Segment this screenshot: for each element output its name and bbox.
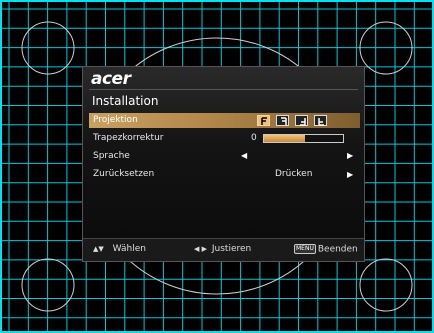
rear-ceiling-projection-icon[interactable]: [314, 115, 327, 126]
exit-hint-label: Beenden: [317, 244, 358, 255]
header-divider: [89, 89, 358, 90]
select-hint: ▲▼ Wählen: [93, 244, 146, 254]
front-ceiling-projection-icon[interactable]: [295, 115, 308, 126]
menu-item-sprache[interactable]: Sprache ◀ ▶: [89, 149, 360, 164]
menu-key-icon: MENU: [294, 244, 316, 254]
up-down-arrows-icon: ▲▼: [93, 245, 104, 253]
menu-item-trapezkorrektur[interactable]: Trapezkorrektur 0: [89, 131, 360, 146]
left-right-arrows-icon: ◀ ▶: [194, 245, 207, 253]
reset-action-value: Drücken: [275, 169, 313, 179]
menu-item-label: Sprache: [93, 151, 130, 161]
keystone-slider-fill: [264, 135, 306, 142]
menu-item-projektion[interactable]: Projektion: [89, 113, 360, 128]
rear-desk-projection-icon[interactable]: [276, 115, 289, 126]
exit-hint: MENU Beenden: [294, 244, 358, 255]
menu-item-label: Projektion: [93, 115, 138, 125]
keystone-slider[interactable]: [263, 134, 344, 143]
arrow-left-icon[interactable]: ◀: [241, 151, 247, 160]
adjust-hint-label: Justieren: [211, 244, 252, 254]
osd-footer-hints: ▲▼ Wählen ◀ ▶ Justieren MENU Beenden: [83, 238, 364, 261]
select-hint-label: Wählen: [112, 244, 146, 254]
osd-menu-panel: acer Installation Projektion Trapezkorre…: [82, 66, 365, 262]
brand-logo: acer: [91, 69, 131, 89]
menu-item-zuruecksetzen[interactable]: Zurücksetzen Drücken ▶: [89, 167, 360, 182]
front-desk-projection-icon[interactable]: [257, 115, 270, 126]
arrow-right-icon[interactable]: ▶: [347, 151, 353, 160]
menu-item-label: Trapezkorrektur: [93, 133, 164, 143]
menu-title: Installation: [92, 94, 159, 108]
adjust-hint: ◀ ▶ Justieren: [194, 244, 251, 254]
menu-item-label: Zurücksetzen: [93, 169, 155, 179]
arrow-right-icon[interactable]: ▶: [347, 170, 353, 179]
projector-screen: acer Installation Projektion Trapezkorre…: [0, 0, 434, 333]
keystone-value: 0: [251, 133, 257, 143]
